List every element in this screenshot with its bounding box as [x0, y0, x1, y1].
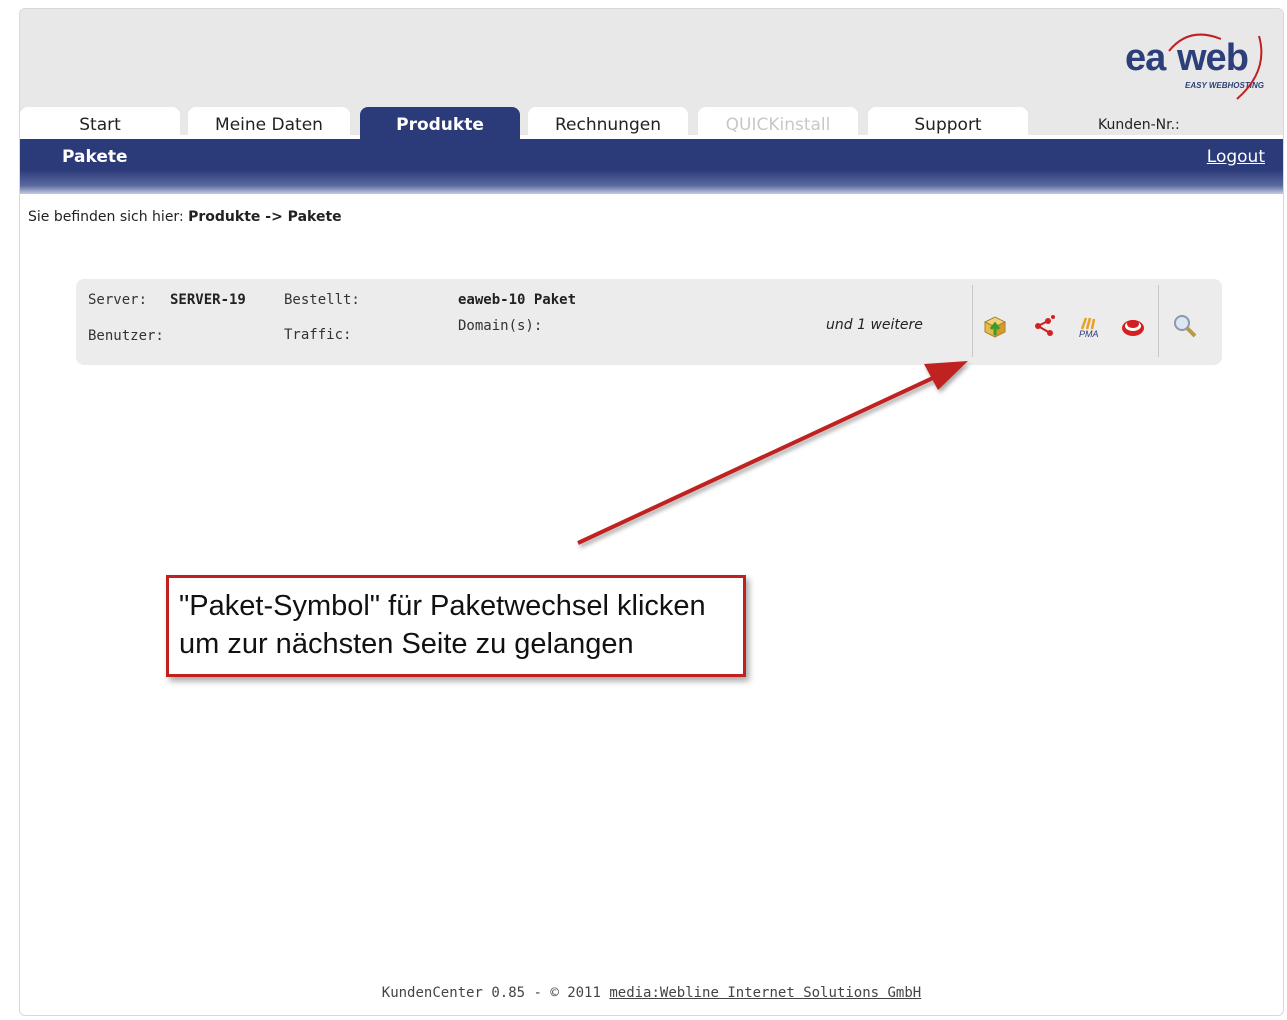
- domains-label: Domain(s):: [458, 318, 543, 334]
- package-change-icon[interactable]: [982, 313, 1008, 339]
- eaweb-logo: ea web EASY WEBHOSTING: [1109, 31, 1269, 101]
- logout-link[interactable]: Logout: [1207, 147, 1265, 167]
- footer: KundenCenter 0.85 - © 2011 media:Webline…: [20, 985, 1283, 1001]
- footer-text: KundenCenter 0.85 - © 2011: [381, 985, 610, 1001]
- user-label: Benutzer:: [88, 328, 164, 344]
- package-row: Server: SERVER-19 Benutzer: Bestellt: Tr…: [76, 279, 1222, 365]
- callout-line-2: um zur nächsten Seite zu gelangen: [179, 628, 634, 660]
- package-name: eaweb-10 Paket: [458, 292, 577, 308]
- instruction-callout: "Paket-Symbol" für Paketwechsel klicken …: [166, 575, 746, 677]
- sub-navbar: Pakete Logout: [20, 139, 1283, 194]
- server-label: Server:: [88, 292, 148, 308]
- footer-link[interactable]: media:Webline Internet Solutions GmbH: [609, 985, 921, 1001]
- magnifier-icon[interactable]: [1172, 313, 1198, 339]
- tab-quickinstall[interactable]: QUICKinstall: [698, 107, 858, 139]
- logo-swoosh-icon: [1168, 33, 1263, 100]
- ordered-label: Bestellt:: [284, 292, 360, 308]
- breadcrumb-path: Produkte -> Pakete: [188, 209, 342, 225]
- separator: [972, 285, 973, 357]
- separator: [1158, 285, 1159, 357]
- breadcrumb-prefix: Sie befinden sich hier:: [28, 209, 184, 225]
- section-title: Pakete: [62, 147, 128, 167]
- pma-text: PMA: [1079, 329, 1099, 339]
- traffic-label: Traffic:: [284, 327, 352, 343]
- more-domains: und 1 weitere: [826, 317, 923, 333]
- tab-support[interactable]: Support: [868, 107, 1028, 139]
- page-frame: ea web EASY WEBHOSTING Start Meine Daten…: [19, 8, 1284, 1016]
- share-icon[interactable]: [1032, 313, 1058, 339]
- server-value: SERVER-19: [170, 292, 246, 308]
- tab-meine-daten[interactable]: Meine Daten: [188, 107, 350, 139]
- phpmyadmin-icon[interactable]: PMA: [1076, 313, 1102, 339]
- breadcrumb: Sie befinden sich hier: Produkte -> Pake…: [28, 209, 342, 225]
- tab-start[interactable]: Start: [20, 107, 180, 139]
- tab-rechnungen[interactable]: Rechnungen: [528, 107, 688, 139]
- callout-line-1: "Paket-Symbol" für Paketwechsel klicken: [179, 590, 706, 622]
- tab-produkte[interactable]: Produkte: [360, 107, 520, 139]
- customer-number-label: Kunden-Nr.:: [1098, 117, 1180, 133]
- lifebuoy-icon[interactable]: [1120, 313, 1146, 339]
